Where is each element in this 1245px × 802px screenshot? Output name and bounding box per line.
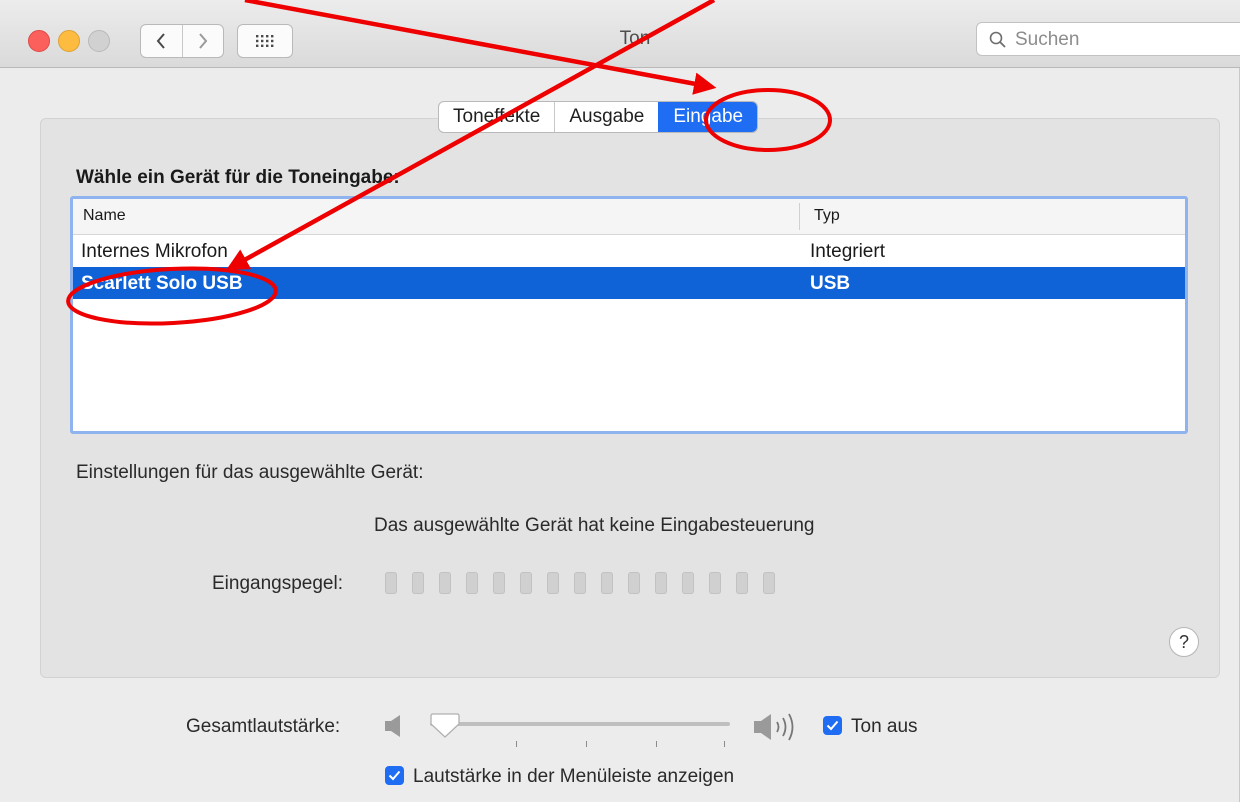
show-volume-in-menubar-checkbox[interactable] [385, 766, 404, 785]
slider-tick [724, 741, 725, 747]
input-level-segment [574, 572, 586, 594]
input-level-segment [736, 572, 748, 594]
forward-button[interactable] [181, 25, 224, 57]
input-level-segment [682, 572, 694, 594]
tab-bar: Toneffekte Ausgabe Eingabe [438, 101, 759, 133]
input-level-segment [466, 572, 478, 594]
speaker-high-icon [754, 713, 794, 741]
slider-thumb[interactable] [430, 712, 460, 740]
input-level-segment [628, 572, 640, 594]
back-button[interactable] [141, 25, 182, 57]
mute-checkbox[interactable] [823, 716, 842, 735]
zoom-button[interactable] [88, 30, 110, 52]
device-name: Internes Mikrofon [81, 241, 228, 262]
show-volume-in-menubar-label[interactable]: Lautstärke in der Menüleiste anzeigen [413, 766, 734, 788]
no-input-control-message: Das ausgewählte Gerät hat keine Eingabes… [374, 515, 815, 536]
column-divider[interactable] [799, 203, 800, 230]
device-type: USB [810, 273, 851, 294]
sound-preferences-window: Ton Toneffekte Ausgabe Eingabe Wähle ein… [0, 0, 1240, 802]
checkmark-icon [826, 720, 839, 731]
close-button[interactable] [28, 30, 50, 52]
chevron-left-icon [156, 33, 166, 49]
input-level-segment [493, 572, 505, 594]
slider-tick [586, 741, 587, 747]
input-level-segment [439, 572, 451, 594]
column-header-name[interactable]: Name [83, 207, 126, 225]
slider-tick [656, 741, 657, 747]
volume-slider[interactable] [430, 712, 730, 752]
search-input[interactable] [1013, 27, 1232, 53]
table-header: Name Typ [73, 199, 1185, 235]
column-header-type[interactable]: Typ [814, 207, 840, 225]
slider-tick [516, 741, 517, 747]
input-level-segment [655, 572, 667, 594]
tab-ausgabe[interactable]: Ausgabe [554, 102, 658, 132]
tab-toneffekte[interactable]: Toneffekte [439, 102, 554, 132]
input-level-label: Eingangspegel: [212, 573, 343, 594]
input-level-segment [709, 572, 721, 594]
checkmark-icon [388, 770, 401, 781]
search-icon [989, 31, 1006, 48]
table-row[interactable]: Scarlett Solo USB USB [73, 267, 1185, 299]
window-title: Ton [619, 28, 651, 49]
tab-eingabe[interactable]: Eingabe [658, 102, 758, 132]
search-field[interactable] [976, 22, 1240, 56]
input-level-segment [520, 572, 532, 594]
grid-icon [256, 35, 274, 47]
speaker-low-icon [385, 715, 400, 737]
mute-label[interactable]: Ton aus [851, 716, 918, 738]
device-list-heading: Wähle ein Gerät für die Toneingabe: [76, 167, 400, 188]
title-bar: Ton [0, 0, 1240, 68]
device-table[interactable]: Name Typ Internes Mikrofon Integriert Sc… [70, 196, 1188, 434]
device-name: Scarlett Solo USB [81, 273, 243, 294]
input-level-segment [385, 572, 397, 594]
navigation-buttons [140, 24, 224, 58]
input-level-segment [763, 572, 775, 594]
volume-label: Gesamtlautstärke: [186, 716, 341, 737]
input-level-segment [547, 572, 559, 594]
input-level-meter [385, 572, 775, 594]
device-type: Integriert [810, 241, 885, 262]
minimize-button[interactable] [58, 30, 80, 52]
help-button[interactable]: ? [1169, 627, 1199, 657]
table-row[interactable]: Internes Mikrofon Integriert [73, 235, 1185, 267]
slider-track [430, 722, 730, 726]
selected-device-settings-label: Einstellungen für das ausgewählte Gerät: [76, 462, 424, 483]
input-level-segment [412, 572, 424, 594]
chevron-right-icon [198, 33, 208, 49]
show-all-button[interactable] [237, 24, 293, 58]
input-level-segment [601, 572, 613, 594]
